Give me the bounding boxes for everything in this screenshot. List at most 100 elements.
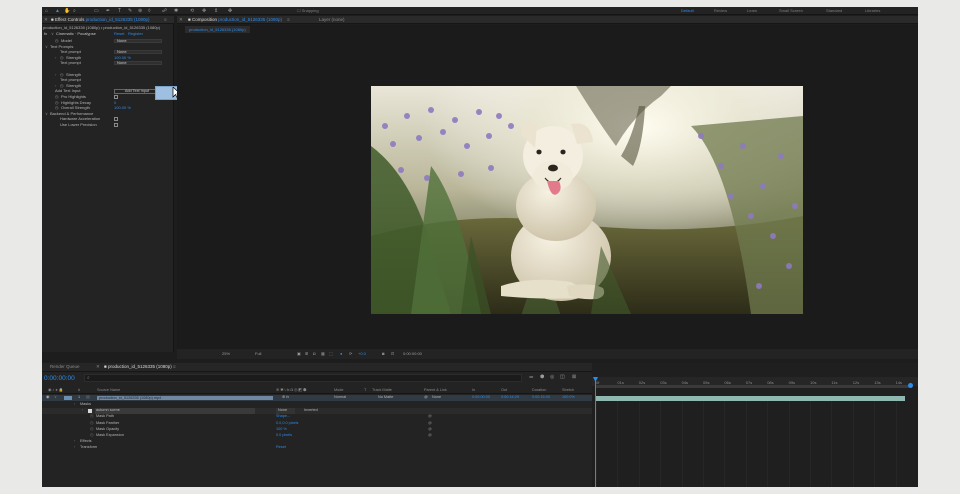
fx-icon[interactable]: fx <box>44 31 47 37</box>
stopwatch-icon[interactable]: ◷ <box>90 421 93 427</box>
workspace-small-screen[interactable]: Small Screen <box>779 8 803 13</box>
pickwhip-icon[interactable]: @ <box>428 414 432 420</box>
panel-menu-icon[interactable]: ≡ <box>287 17 290 23</box>
playhead[interactable] <box>595 377 596 487</box>
layer-property-value[interactable]: 100 % <box>276 427 287 433</box>
layer-name[interactable]: production_id_5126335 (1080p).mp4 <box>97 395 273 400</box>
register-link[interactable]: Register <box>128 31 143 37</box>
layer-property-row[interactable]: ◷ Mask Feather 0.0,0.0 pixels @ <box>42 421 592 427</box>
twirl-right-icon[interactable]: › <box>74 402 75 408</box>
layer-mode-dropdown[interactable]: Normal <box>334 395 346 401</box>
twirl-down-icon[interactable]: ∨ <box>54 395 57 401</box>
comp-chip[interactable]: production_id_5126335 (1080p) <box>185 26 250 33</box>
layer-property-row[interactable]: ◷ Mask Opacity 100 % @ <box>42 427 592 433</box>
color-channel-icon[interactable]: ● <box>340 351 342 357</box>
home-icon[interactable]: ⌂ <box>45 8 48 14</box>
twirl-right-icon[interactable]: › <box>74 445 75 451</box>
effect-property-checkbox[interactable] <box>114 95 118 99</box>
puppet-tool-icon[interactable]: ✱ <box>174 8 178 14</box>
brush-tool-icon[interactable]: ✎ <box>128 8 132 14</box>
exposure-reset-icon[interactable]: ⟳ <box>349 351 352 357</box>
layer-row[interactable]: ◉ ∨ 1 ▤ production_id_5126335 (1080p).mp… <box>42 395 592 401</box>
label-color-swatch[interactable] <box>64 395 72 400</box>
workspace-learn[interactable]: Learn <box>747 8 757 13</box>
resolution-dropdown[interactable]: Full <box>255 351 261 357</box>
layer-property-row[interactable]: › Transform Reset <box>42 445 592 451</box>
region-of-interest-icon[interactable]: ⬚ <box>329 351 333 357</box>
tab-effect-controls[interactable]: ■ Effect Controls production_id_5126335 … <box>51 17 149 23</box>
layer-out-time[interactable]: 0:00:14:29 <box>501 395 519 401</box>
close-icon[interactable]: ✕ <box>44 17 48 23</box>
twirl-right-icon[interactable]: › <box>82 408 83 414</box>
mask-inverted-checkbox[interactable]: Inverted <box>304 408 318 414</box>
pickwhip-icon[interactable]: @ <box>428 427 432 433</box>
layer-in-time[interactable]: 0:00:00:00 <box>472 395 490 401</box>
stopwatch-icon[interactable]: ◷ <box>90 414 93 420</box>
orbit-tool-icon[interactable]: ⟲ <box>190 8 194 14</box>
layer-property-row[interactable]: › Masks <box>42 402 592 408</box>
zoom-slider-handle[interactable] <box>908 383 913 388</box>
layer-property-value[interactable]: Shape... <box>276 414 290 420</box>
hand-tool-icon[interactable]: ✋ <box>64 8 70 14</box>
snapping-toggle[interactable]: ☐ Snapping <box>297 8 319 13</box>
effect-property-dropdown[interactable]: None <box>114 38 162 43</box>
show-snapshot-icon[interactable]: ⊡ <box>391 351 394 357</box>
layer-property-value[interactable]: Reset <box>276 445 286 451</box>
pan-tool-icon[interactable]: ✥ <box>202 8 206 14</box>
fit-icon[interactable]: ▣ <box>297 351 301 357</box>
effect-property-checkbox[interactable] <box>114 117 118 122</box>
layer-fx-icon[interactable]: ⊕ fx <box>282 395 289 401</box>
zoom-tool-icon[interactable]: ⌕ <box>73 8 76 14</box>
grid-icon[interactable]: ⊞ <box>305 351 308 357</box>
zoom-dropdown[interactable]: 25% <box>222 351 230 357</box>
draft-3d-icon[interactable]: ⬢ <box>540 374 544 380</box>
tab-layer[interactable]: Layer (none) <box>319 17 345 23</box>
workspace-libraries[interactable]: Libraries <box>865 8 880 13</box>
layer-stretch[interactable]: 100.0% <box>562 395 575 401</box>
layer-matte-dropdown[interactable]: No Matte <box>378 395 393 401</box>
pickwhip-icon[interactable]: @ <box>428 433 432 439</box>
workspace-default[interactable]: Default <box>681 8 694 13</box>
workspace-standard[interactable]: Standard <box>826 8 842 13</box>
tab-composition[interactable]: ■ Composition production_id_5126335 (108… <box>188 17 282 23</box>
layer-property-row[interactable]: ◷ Mask Path Shape... @ <box>42 414 592 420</box>
rectangle-tool-icon[interactable]: ▭ <box>94 8 99 14</box>
layer-property-row[interactable]: › autumn scene None Inverted <box>42 408 592 414</box>
clone-tool-icon[interactable]: ⊕ <box>138 8 142 14</box>
transparency-grid-icon[interactable]: ▦ <box>321 351 325 357</box>
pickwhip-icon[interactable]: @ <box>424 395 428 401</box>
twirl-down-icon[interactable]: ∨ <box>51 31 54 37</box>
camera-icon[interactable]: ◙ <box>382 351 384 357</box>
graph-editor-icon[interactable]: ⊠ <box>572 374 576 380</box>
workspace-review[interactable]: Review <box>714 8 727 13</box>
exposure-value[interactable]: +0.0 <box>358 351 366 357</box>
frame-blending-icon[interactable]: ◫ <box>560 374 565 380</box>
panel-menu-icon[interactable]: ≡ <box>164 17 167 23</box>
twirl-right-icon[interactable]: › <box>74 439 75 445</box>
layer-duration-bar[interactable] <box>596 396 905 401</box>
pen-tool-icon[interactable]: ✒ <box>106 8 110 14</box>
comp-flowchart-icon[interactable]: ⚌ <box>529 374 533 380</box>
effect-property-checkbox[interactable] <box>114 123 118 127</box>
reset-link[interactable]: Reset <box>114 31 124 37</box>
pickwhip-icon[interactable]: @ <box>428 421 432 427</box>
dolly-tool-icon[interactable]: ⇕ <box>214 8 218 14</box>
layer-property-value[interactable]: 0.0 pixels <box>276 433 292 439</box>
mask-toggle-icon[interactable]: ◘ <box>313 351 315 357</box>
layer-property-value[interactable]: None <box>276 408 296 414</box>
layer-duration[interactable]: 0:00:15:00 <box>532 395 550 401</box>
mask-color-swatch[interactable] <box>88 409 92 413</box>
stopwatch-icon[interactable]: ◷ <box>90 427 93 433</box>
selection-tool-icon[interactable]: ▲ <box>55 8 60 14</box>
layer-property-row[interactable]: ◷ Mask Expansion 0.0 pixels @ <box>42 433 592 439</box>
timeline-tracks[interactable]: 0f 01s 02s 03s 04s 05s 06s 07s 08s 09s 10s 11s 12s 13… <box>592 363 918 487</box>
work-area-bar[interactable] <box>596 385 912 388</box>
layer-property-value[interactable]: 0.0,0.0 pixels <box>276 421 298 427</box>
anchor-tool-icon[interactable]: ✤ <box>228 8 232 14</box>
current-time-display[interactable]: 0:00:00:00 <box>44 375 75 382</box>
layer-property-row[interactable]: › Effects <box>42 439 592 445</box>
layer-parent-dropdown[interactable]: None <box>432 395 441 401</box>
roto-tool-icon[interactable]: ☍ <box>162 8 167 14</box>
layer-search-input[interactable]: ⌕ <box>84 374 522 382</box>
close-icon[interactable]: ✕ <box>179 17 183 23</box>
